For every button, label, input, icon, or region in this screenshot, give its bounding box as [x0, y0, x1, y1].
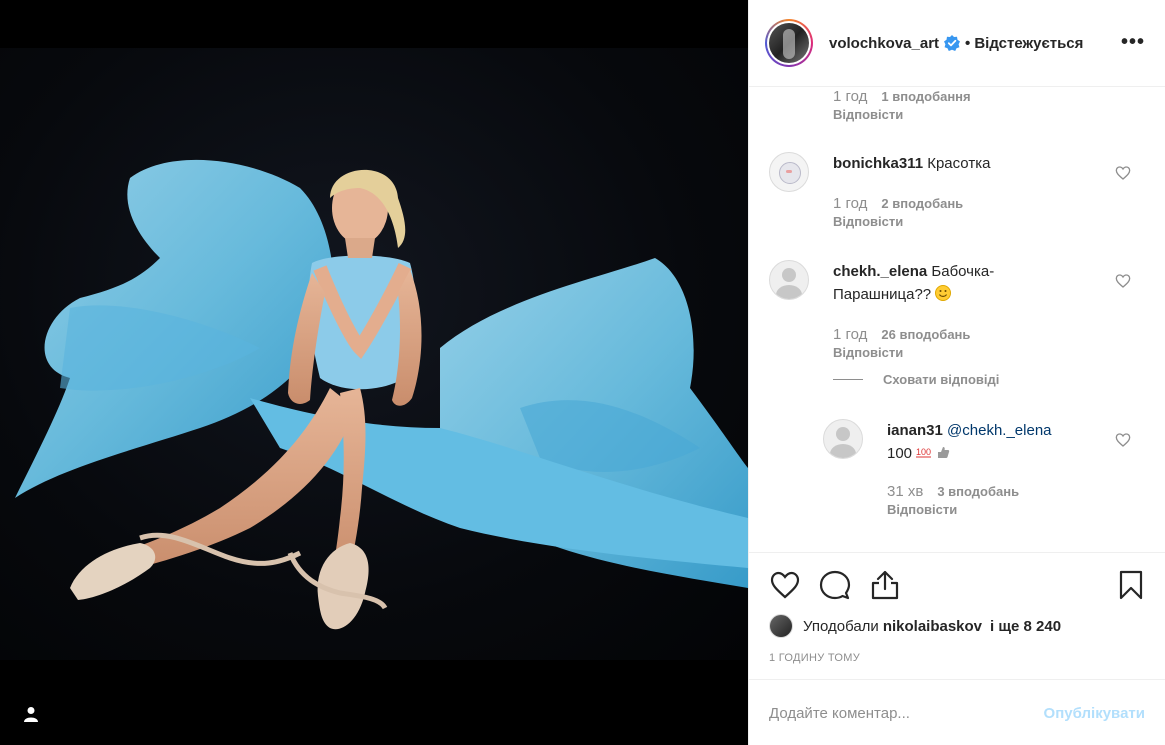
comment-time[interactable]: 31 хв	[887, 483, 923, 500]
comment-likes[interactable]: 3 вподобань	[937, 484, 1019, 499]
comment-username[interactable]: ianan31	[887, 422, 943, 439]
comment-likes[interactable]: 26 вподобань	[881, 327, 970, 342]
post-side-panel: volochkova_art • Відстежується ••• 1 год…	[748, 0, 1165, 745]
hide-replies-dash	[833, 379, 863, 380]
like-heart-icon[interactable]	[769, 569, 801, 601]
comment-mention-link[interactable]: @chekh._elena	[947, 422, 1051, 439]
bookmark-icon[interactable]	[1115, 569, 1147, 601]
liked-by-prefix: Уподобали	[803, 617, 879, 635]
comment-text: 100	[887, 445, 913, 462]
comment-time[interactable]: 1 год	[833, 88, 867, 105]
reply-button[interactable]: Відповісти	[833, 345, 970, 360]
liker-avatar[interactable]	[769, 614, 793, 638]
post-header: volochkova_art • Відстежується •••	[749, 0, 1165, 87]
comment-time[interactable]: 1 год	[833, 326, 867, 343]
comment-like-heart-icon[interactable]	[1115, 273, 1131, 289]
comment-text: Красотка	[927, 155, 991, 172]
separator-dot: •	[965, 34, 971, 52]
reply-button[interactable]: Відповісти	[887, 502, 1019, 517]
verified-badge-icon	[944, 35, 961, 51]
publish-button[interactable]: Опублікувати	[1044, 705, 1145, 722]
comment-likes[interactable]: 1 вподобання	[881, 89, 970, 104]
user-tag-icon[interactable]	[20, 703, 42, 725]
comment-like-heart-icon[interactable]	[1115, 165, 1131, 181]
comment-text-line2: Парашница??	[833, 286, 932, 303]
comment-username[interactable]: bonichka311	[833, 155, 923, 172]
reply-button[interactable]: Відповісти	[833, 107, 971, 122]
liked-by-count[interactable]: і ще 8 240	[990, 618, 1061, 635]
comment-time[interactable]: 1 год	[833, 195, 867, 212]
comment-input[interactable]	[769, 704, 1044, 722]
comment-avatar[interactable]	[769, 260, 809, 300]
comment-like-heart-icon[interactable]	[1115, 432, 1131, 448]
hundred-thumbs-emoji-icon: 100	[916, 447, 950, 458]
reply-button[interactable]: Відповісти	[833, 214, 963, 229]
liked-by-summary: Уподобали nikolaibaskov і ще 8 240	[769, 614, 1065, 638]
more-options-button[interactable]: •••	[1121, 32, 1145, 52]
hide-replies-label: Сховати відповіді	[883, 372, 1000, 387]
photo-illustration	[15, 159, 748, 630]
follow-status-button[interactable]: Відстежується	[974, 35, 1083, 52]
post-actions: Уподобали nikolaibaskov і ще 8 240 1 ГОД…	[749, 552, 1165, 745]
comment-username[interactable]: chekh._elena	[833, 263, 927, 280]
comments-list[interactable]: 1 год 1 вподобання Відповісти bonichka311…	[749, 88, 1165, 552]
smile-emoji-icon	[935, 285, 952, 301]
comment-avatar[interactable]	[769, 152, 809, 192]
comment-text: Бабочка-	[931, 263, 995, 280]
author-username[interactable]: volochkova_art	[829, 35, 939, 52]
liked-by-user[interactable]: nikolaibaskov	[883, 618, 982, 635]
comment-likes[interactable]: 2 вподобань	[881, 196, 963, 211]
comment-avatar[interactable]	[823, 419, 863, 459]
post-media[interactable]	[0, 0, 748, 745]
post-photo[interactable]	[0, 48, 748, 660]
post-timestamp[interactable]: 1 ГОДИНУ ТОМУ	[769, 652, 860, 664]
comment-bubble-icon[interactable]	[819, 569, 851, 601]
add-comment-bar: Опублікувати	[749, 679, 1165, 745]
svg-text:100: 100	[916, 447, 931, 457]
hide-replies-button[interactable]: Сховати відповіді	[833, 372, 999, 387]
share-icon[interactable]	[869, 569, 901, 601]
author-avatar[interactable]	[765, 19, 813, 67]
